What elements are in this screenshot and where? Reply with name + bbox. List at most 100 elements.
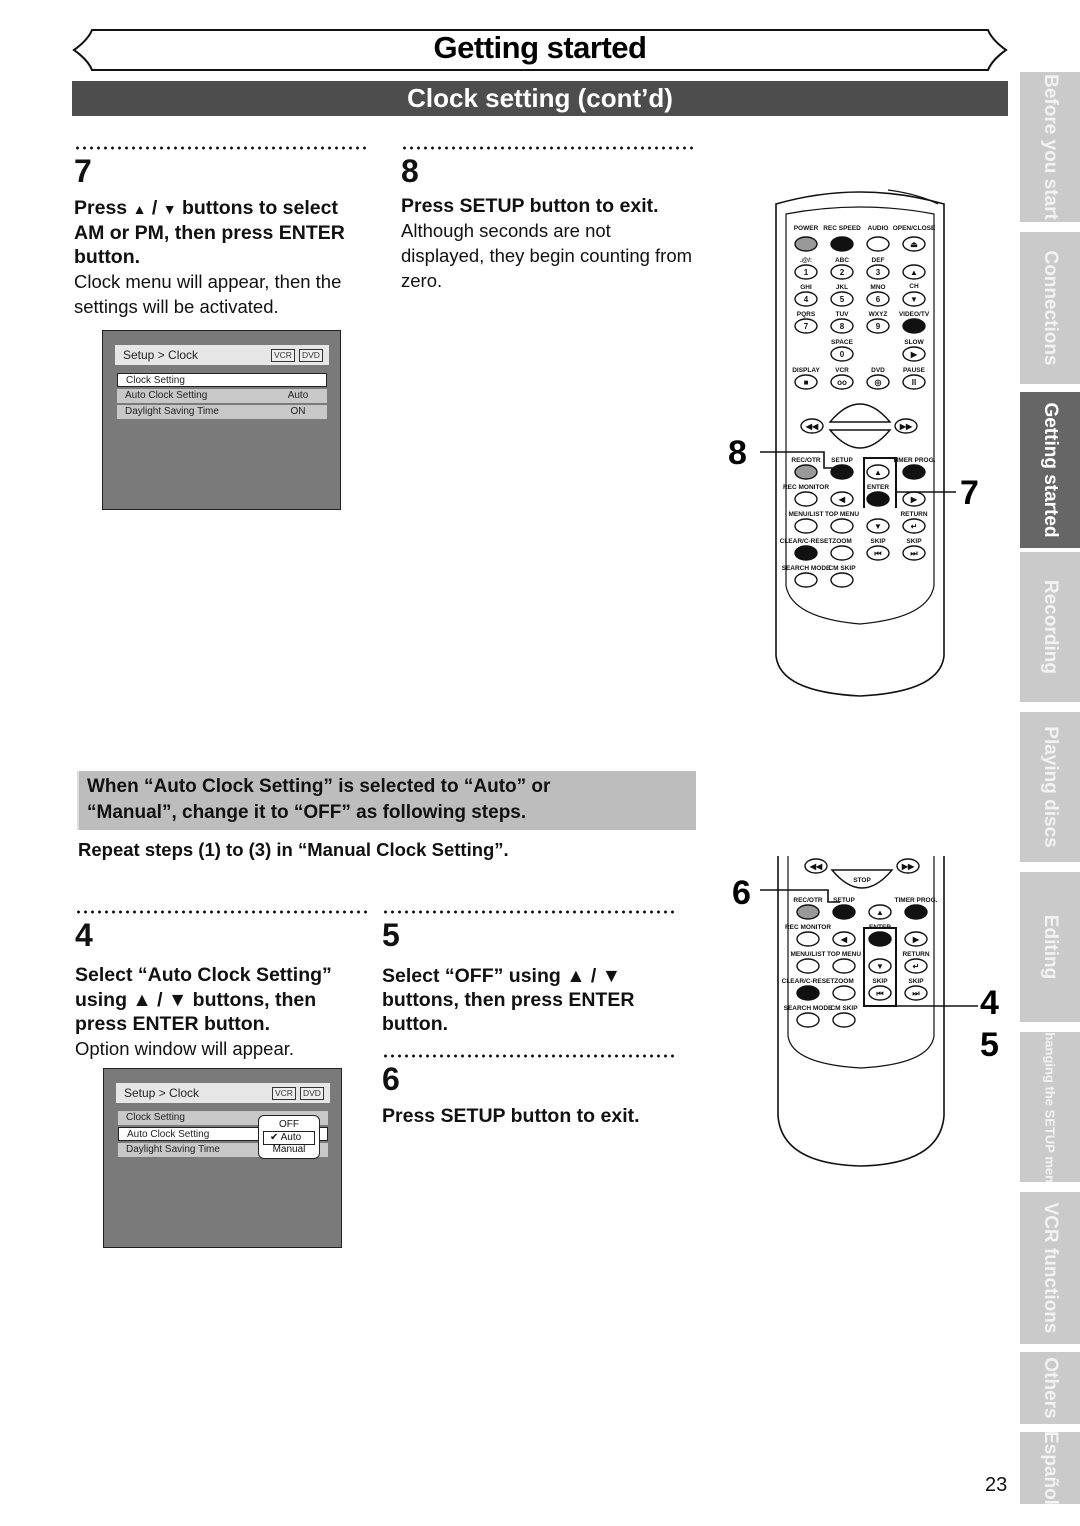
clear-reset-button-icon	[794, 545, 818, 561]
power-button-icon	[794, 236, 818, 252]
tab-getting-started[interactable]: Getting started	[1020, 392, 1080, 548]
osd-breadcrumb: Setup > Clock	[123, 348, 199, 362]
osd-tag-vcr: VCR	[271, 349, 295, 362]
digit-6-button-icon-glyph: 6	[876, 295, 881, 304]
tab-others[interactable]: Others	[1020, 1352, 1080, 1424]
skip-back-button-icon-glyph: ⏮	[874, 549, 881, 558]
remote-control-top: POWER REC SPEED AUDIO OPEN/CLOSE .@/: ABC DEF G…	[768, 186, 952, 702]
label-open_close: OPEN/CLOSE	[893, 225, 936, 232]
step-instruction: Select “Auto Clock Setting” using ▲ / ▼ …	[75, 964, 332, 1035]
callout-lines-bottom	[760, 889, 978, 1007]
step-5: 5 Select “OFF” using ▲ / ▼ buttons, then…	[382, 910, 676, 1036]
subsection-bar: Clock setting (cont’d)	[72, 81, 1008, 116]
step-6: 6 Press SETUP button to exit.	[382, 1054, 676, 1128]
tab-connections[interactable]: Connections	[1020, 232, 1080, 384]
tab-espanol[interactable]: Español	[1020, 1432, 1080, 1504]
step-note: Clock menu will appear, then the setting…	[74, 271, 342, 317]
digit-9-button-icon-glyph: 9	[876, 322, 881, 331]
notice-box: When “Auto Clock Setting” is selected to…	[77, 771, 696, 830]
option-auto: ✔ Auto	[263, 1131, 315, 1145]
step-instruction: Press SETUP button to exit.	[382, 1105, 640, 1127]
label-zoom: ZOOM	[832, 538, 852, 545]
tab-changing-setup-menu[interactable]: Changing the SETUP menu	[1020, 1032, 1080, 1182]
label-clear-reset: CLEAR/C-RESET	[780, 538, 833, 545]
label-display: DISPLAY	[792, 367, 820, 374]
tab-vcr-functions[interactable]: VCR functions	[1020, 1192, 1080, 1344]
callout-6: 6	[732, 874, 751, 912]
osd-row-clock-setting: Clock Setting	[117, 373, 327, 387]
label-pause: PAUSE	[903, 367, 926, 374]
label-rec_speed: REC SPEED	[823, 225, 861, 232]
digit-0-button-icon-glyph: 0	[840, 350, 845, 359]
display-button-icon-glyph: ■	[804, 378, 809, 387]
ch-up-button-icon-glyph: ▲	[910, 268, 918, 277]
rewind-button-icon-glyph: ◀◀	[809, 862, 823, 871]
subsection-title: Clock setting (cont’d)	[407, 83, 673, 113]
digit-8-button-icon-glyph: 8	[840, 322, 845, 331]
down-button-icon-glyph: ▼	[874, 522, 882, 531]
section-header: Getting started	[72, 28, 1008, 72]
tab-playing-discs[interactable]: Playing discs	[1020, 712, 1080, 862]
label-k4: GHI	[800, 284, 812, 291]
digit-3-button-icon-glyph: 3	[876, 268, 881, 277]
label-slow: SLOW	[904, 339, 924, 346]
remote-illustration: POWER REC SPEED AUDIO OPEN/CLOSE .@/: ABC DEF G…	[775, 189, 945, 697]
osd-clock-menu: Setup > Clock VCR DVD Clock Setting Auto…	[102, 330, 341, 510]
label-search-mode: SEARCH MODE	[782, 565, 831, 572]
search-mode-button-icon	[794, 572, 818, 588]
fast-forward-button-icon-glyph: ▶▶	[901, 862, 915, 871]
notice-line-1: When “Auto Clock Setting” is selected to…	[87, 776, 551, 797]
label-return: RETURN	[900, 511, 927, 518]
step-number: 7	[74, 153, 92, 189]
audio-button-icon	[866, 236, 890, 252]
step-instruction: Press ▲ / ▼ buttons to select AM or PM, …	[74, 197, 345, 268]
label-top-menu: TOP MENU	[825, 511, 859, 518]
osd-row-dst: Daylight Saving Time ON	[117, 405, 327, 419]
section-title: Getting started	[433, 30, 647, 65]
step-number: 6	[382, 1061, 400, 1097]
fast-forward-button-icon-glyph: ▶▶	[899, 422, 913, 431]
step-number: 8	[401, 153, 419, 189]
tab-before-you-start[interactable]: Before you start	[1020, 72, 1080, 222]
osd-breadcrumb: Setup > Clock	[124, 1086, 200, 1100]
label-k2: ABC	[835, 257, 849, 264]
label-skip-forward: SKIP	[906, 538, 922, 545]
osd-header: Setup > Clock VCR DVD	[116, 1083, 330, 1103]
label-stop: STOP	[853, 877, 871, 884]
skip-forward-button-icon-glyph: ⏭	[910, 549, 918, 558]
dotted-divider	[382, 1054, 676, 1058]
digit-5-button-icon-glyph: 5	[840, 295, 845, 304]
label-k9: WXYZ	[869, 311, 888, 318]
label-power: POWER	[794, 225, 819, 232]
osd-tag-dvd: DVD	[300, 1087, 324, 1100]
option-off: OFF	[279, 1119, 299, 1130]
step-note: Although seconds are not displayed, they…	[401, 220, 693, 291]
vcr-button-icon-glyph: oo	[837, 378, 847, 387]
label-ch: CH	[909, 283, 919, 290]
label-k8: TUV	[836, 311, 850, 318]
label-dvd: DVD	[871, 367, 885, 374]
label-k1: .@/:	[800, 257, 812, 264]
page-number: 23	[985, 1474, 1008, 1496]
zoom-button-icon	[830, 545, 854, 561]
callout-lines-top	[760, 451, 956, 508]
video-tv-button-icon	[902, 318, 926, 334]
slow-button-icon-glyph: ▶	[910, 350, 918, 359]
digit-4-button-icon-glyph: 4	[804, 295, 809, 304]
tab-recording[interactable]: Recording	[1020, 552, 1080, 702]
label-k7: PQRS	[797, 311, 816, 318]
dvd-button-icon-glyph: ◎	[875, 378, 882, 387]
pause-button-icon-glyph: II	[912, 378, 916, 387]
digit-7-button-icon-glyph: 7	[804, 322, 809, 331]
rewind-button-icon-glyph: ◀◀	[805, 422, 819, 431]
label-vcr: VCR	[835, 367, 849, 374]
step-number: 5	[382, 917, 400, 953]
ch-down-button-icon-glyph: ▼	[910, 295, 918, 304]
down-arrow-icon: ▼	[162, 201, 177, 217]
notice-line-2: “Manual”, change it to “OFF” as followin…	[87, 802, 527, 823]
label-k6: MNO	[870, 284, 885, 291]
tab-editing[interactable]: Editing	[1020, 872, 1080, 1022]
label-k3: DEF	[872, 257, 885, 264]
label-cm-skip: CM SKIP	[828, 565, 856, 572]
dotted-divider	[75, 910, 369, 914]
